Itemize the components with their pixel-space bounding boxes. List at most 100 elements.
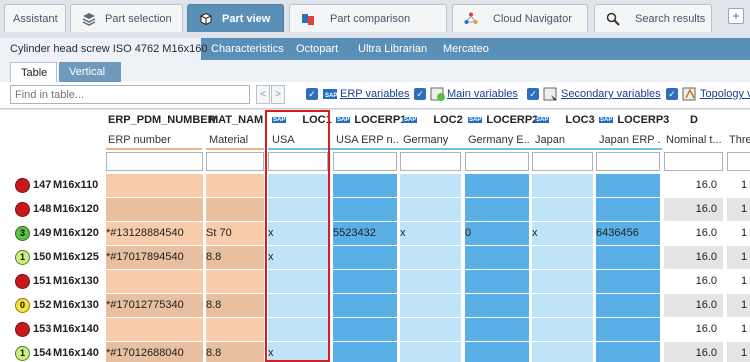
main-variables-label[interactable]: Main variables	[447, 88, 518, 100]
table-cell[interactable]: 16.0	[664, 342, 723, 362]
subtab-ultra-librarian[interactable]: Ultra Librarian	[348, 38, 437, 60]
table-cell[interactable]	[106, 198, 203, 221]
table-cell[interactable]: 16.0	[664, 222, 723, 245]
table-cell[interactable]	[596, 198, 660, 221]
table-cell[interactable]	[532, 342, 593, 362]
filter-thread[interactable]	[727, 152, 750, 171]
table-cell[interactable]	[268, 294, 330, 317]
table-cell[interactable]	[268, 318, 330, 341]
subtab-characteristics[interactable]: Characteristics	[201, 38, 294, 60]
table-cell[interactable]	[532, 174, 593, 197]
topology-variables-checkbox[interactable]: ✓	[666, 88, 678, 100]
table-cell[interactable]: 1	[727, 294, 750, 317]
table-cell[interactable]	[465, 198, 529, 221]
secondary-variables-checkbox[interactable]: ✓	[527, 88, 539, 100]
table-cell[interactable]	[465, 246, 529, 269]
table-cell[interactable]	[465, 342, 529, 362]
previous-button[interactable]: <	[256, 85, 270, 104]
tab-cloud-navigator[interactable]: Cloud Navigator	[452, 4, 588, 32]
column-header-loc1[interactable]: SAP LOC1	[272, 114, 332, 126]
table-cell[interactable]	[400, 270, 461, 293]
add-tab-button[interactable]: +	[728, 8, 744, 24]
table-cell[interactable]: 6436456	[596, 222, 660, 245]
topology-variables-label[interactable]: Topology va	[700, 88, 750, 100]
filter-germany-erp[interactable]	[465, 152, 529, 171]
table-cell[interactable]: 16.0	[664, 246, 723, 269]
table-row[interactable]: 16.0 1 148 M16x120	[0, 198, 750, 222]
tab-part-view[interactable]: Part view	[187, 4, 284, 32]
table-cell[interactable]	[400, 318, 461, 341]
table-cell[interactable]: 16.0	[664, 318, 723, 341]
subtab-mercateo[interactable]: Mercateo	[433, 38, 499, 60]
table-cell[interactable]	[532, 198, 593, 221]
table-cell[interactable]	[465, 270, 529, 293]
table-cell[interactable]	[268, 270, 330, 293]
table-cell[interactable]: 1	[727, 270, 750, 293]
table-cell[interactable]: 5523432	[333, 222, 397, 245]
column-header-loc3[interactable]: SAP LOC3	[535, 114, 595, 126]
tab-assistant[interactable]: Assistant	[4, 4, 66, 32]
next-button[interactable]: >	[271, 85, 285, 104]
table-cell[interactable]	[106, 174, 203, 197]
table-row[interactable]: *#17012688040 8.8 x 16.0 1 1 154 M16x140	[0, 342, 750, 362]
table-cell[interactable]	[596, 342, 660, 362]
table-cell[interactable]	[333, 246, 397, 269]
table-cell[interactable]	[465, 294, 529, 317]
filter-usa[interactable]	[268, 152, 328, 171]
column-header-erp-pdm-number[interactable]: ERP_PDM_NUMBER	[108, 114, 216, 126]
table-cell[interactable]	[532, 246, 593, 269]
table-cell[interactable]: x	[532, 222, 593, 245]
table-cell[interactable]	[465, 174, 529, 197]
table-cell[interactable]: St 70	[206, 222, 264, 245]
table-row[interactable]: *#17012775340 8.8 16.0 1 0 152 M16x130	[0, 294, 750, 318]
table-cell[interactable]: 1	[727, 198, 750, 221]
table-cell[interactable]	[333, 294, 397, 317]
table-cell[interactable]	[206, 174, 264, 197]
erp-variables-checkbox[interactable]: ✓	[306, 88, 318, 100]
tab-part-selection[interactable]: Part selection	[70, 4, 183, 32]
table-cell[interactable]	[206, 198, 264, 221]
table-cell[interactable]: 8.8	[206, 294, 264, 317]
table-cell[interactable]	[532, 270, 593, 293]
table-cell[interactable]: 1	[727, 222, 750, 245]
table-cell[interactable]: *#17012775340	[106, 294, 203, 317]
table-cell[interactable]: 16.0	[664, 294, 723, 317]
subtab-octopart[interactable]: Octopart	[286, 38, 348, 60]
filter-erp-number[interactable]	[106, 152, 203, 171]
table-cell[interactable]: *#17012688040	[106, 342, 203, 362]
tab-search-results[interactable]: Search results	[594, 4, 712, 32]
table-row[interactable]: *#13128884540 St 70 x 5523432 x 0 x 6436456 16.0…	[0, 222, 750, 246]
tab-table[interactable]: Table	[10, 62, 57, 82]
table-cell[interactable]	[532, 318, 593, 341]
table-cell[interactable]	[106, 270, 203, 293]
table-cell[interactable]	[400, 198, 461, 221]
table-cell[interactable]: 1	[727, 318, 750, 341]
table-cell[interactable]: *#17017894540	[106, 246, 203, 269]
tab-part-comparison[interactable]: Part comparison	[289, 4, 447, 32]
table-cell[interactable]	[532, 294, 593, 317]
subtab-part-name[interactable]: Cylinder head screw ISO 4762 M16x160	[0, 38, 208, 60]
table-cell[interactable]: 16.0	[664, 198, 723, 221]
table-cell[interactable]	[400, 246, 461, 269]
table-row[interactable]: 16.0 1 153 M16x140	[0, 318, 750, 342]
table-cell[interactable]: x	[268, 222, 330, 245]
filter-material[interactable]	[206, 152, 264, 171]
column-header-mat-name[interactable]: MAT_NAME	[209, 114, 263, 126]
main-variables-checkbox[interactable]: ✓	[414, 88, 426, 100]
table-cell[interactable]	[333, 342, 397, 362]
table-cell[interactable]	[596, 174, 660, 197]
table-cell[interactable]	[596, 318, 660, 341]
column-header-d[interactable]: D	[690, 114, 698, 126]
table-cell[interactable]	[596, 270, 660, 293]
table-cell[interactable]	[268, 198, 330, 221]
column-header-locerp3[interactable]: SAP LOCERP3	[599, 114, 669, 126]
table-cell[interactable]	[333, 174, 397, 197]
tab-vertical[interactable]: Vertical	[59, 62, 121, 82]
table-cell[interactable]	[596, 294, 660, 317]
table-cell[interactable]	[333, 318, 397, 341]
column-header-locerp2[interactable]: SAP LOCERP2	[468, 114, 538, 126]
column-header-loc2[interactable]: SAP LOC2	[403, 114, 463, 126]
table-cell[interactable]: 16.0	[664, 174, 723, 197]
table-cell[interactable]: 0	[465, 222, 529, 245]
filter-nominal[interactable]	[664, 152, 723, 171]
